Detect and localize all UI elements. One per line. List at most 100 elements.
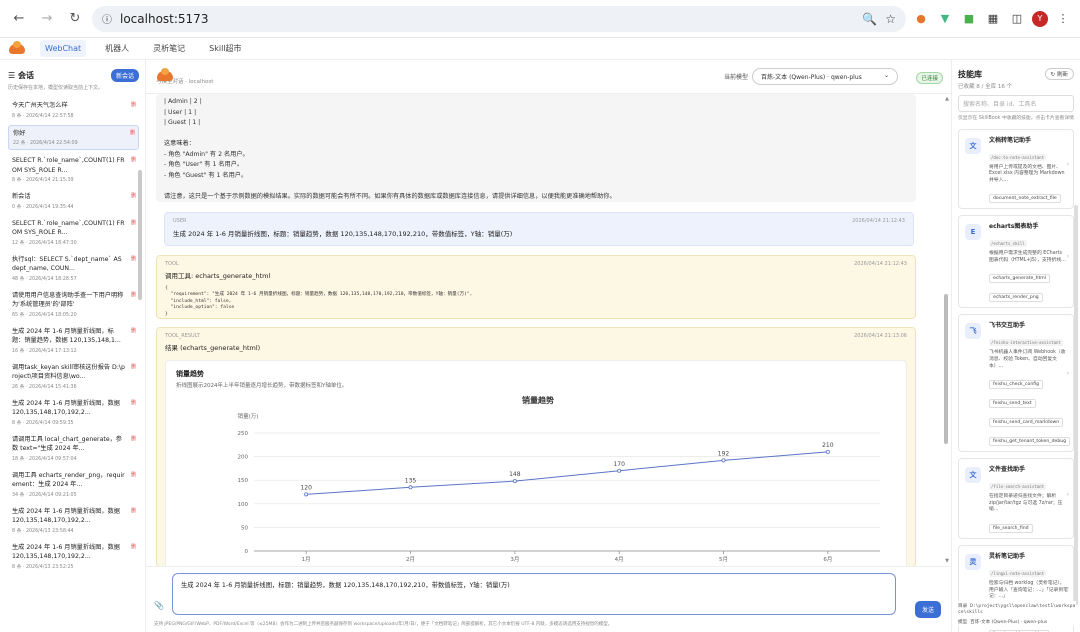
forward-icon[interactable]: → bbox=[36, 8, 58, 30]
skill-description: 飞书机器人事件订阅 Webhook（收消息、校验 Token、自动回复文本）..… bbox=[989, 350, 1066, 369]
delete-conversation-button[interactable]: 删 bbox=[131, 219, 136, 226]
back-icon[interactable]: ← bbox=[8, 8, 30, 30]
new-conversation-button[interactable]: 新会话 bbox=[110, 68, 139, 82]
skills-search-input[interactable]: 搜索名称、目录 id、工具名 bbox=[958, 95, 1074, 112]
assistant-line: - 角色 "User" 有 1 名用户。 bbox=[164, 161, 244, 168]
skill-id: /echarts_skill bbox=[989, 240, 1027, 248]
assistant-line bbox=[164, 181, 908, 192]
conversation-sidebar: ☰ 会话 新会话 历史保存在本地，模型仅读取当前上下文。 今天广州天气怎么样 8… bbox=[0, 60, 146, 632]
data-point bbox=[512, 479, 517, 484]
x-tick-label: 4月 bbox=[615, 556, 624, 563]
chevron-right-icon: › bbox=[1066, 252, 1069, 260]
chat-scrollbar[interactable] bbox=[944, 294, 948, 444]
delete-conversation-button[interactable]: 删 bbox=[131, 291, 136, 298]
tab-skill-market[interactable]: Skill超市 bbox=[204, 39, 246, 58]
extensions-puzzle-icon[interactable]: ▦ bbox=[984, 10, 1002, 28]
skill-icon: 灵 bbox=[965, 554, 981, 571]
conversation-title: 生成 2024 年 1-6 月销量折线图，数据 120,135,148,170,… bbox=[12, 399, 120, 417]
sidebar-title: ☰ 会话 bbox=[8, 70, 34, 80]
tool-result-timestamp: 2026/04/14 21:13:06 bbox=[854, 333, 907, 339]
delete-conversation-button[interactable]: 删 bbox=[131, 101, 136, 108]
address-bar[interactable]: ⓘ localhost:5173 🔍 ☆ bbox=[92, 5, 906, 32]
sidepanel-icon[interactable]: ◫ bbox=[1008, 10, 1026, 28]
site-info-icon[interactable]: ⓘ bbox=[102, 11, 112, 26]
bookmark-star-icon[interactable]: ☆ bbox=[885, 12, 896, 26]
delete-conversation-button[interactable]: 删 bbox=[131, 255, 136, 262]
send-button[interactable]: 发送 bbox=[914, 601, 941, 618]
assistant-line: - 角色 "Admin" 有 2 名用户。 bbox=[164, 150, 249, 158]
conversation-meta: 26 条 · 2026/4/14 15:41:36 bbox=[12, 384, 77, 390]
data-label: 135 bbox=[405, 477, 417, 484]
chevron-down-icon: ⌄ bbox=[883, 72, 890, 79]
conversation-item[interactable]: 生成 2024 年 1-6 月销量折线图，数据 120,135,148,170,… bbox=[8, 504, 139, 537]
skills-scrollbar[interactable] bbox=[1074, 205, 1078, 605]
conversation-meta: 8 条 · 2026/4/13 23:52:25 bbox=[12, 564, 74, 570]
conversation-item[interactable]: 执行sql：SELECT S.`dept_name` AS dept_name,… bbox=[8, 252, 139, 285]
y-axis-label: 销量(万) bbox=[238, 412, 259, 420]
conversation-item[interactable]: 新会话 0 条 · 2026/4/14 19:35:44 删 bbox=[8, 189, 139, 213]
scroll-up-icon[interactable]: ▲ bbox=[945, 96, 949, 102]
extension-green-icon[interactable]: ■ bbox=[960, 10, 978, 28]
skills-footer: 目录 D:\project\ygsl\openclaw\test1\worksp… bbox=[958, 600, 1076, 626]
zoom-icon[interactable]: 🔍 bbox=[862, 12, 877, 26]
attach-icon[interactable]: 📎 bbox=[154, 601, 164, 610]
y-tick-label: 100 bbox=[238, 502, 249, 508]
x-tick-label: 6月 bbox=[823, 556, 832, 563]
message-input[interactable]: 生成 2024 年 1-6 月销量折线图，标题：销量趋势，数据 120,135,… bbox=[172, 573, 896, 615]
conversation-item[interactable]: SELECT R.`role_name`,COUNT(1) FROM SYS_R… bbox=[8, 216, 139, 249]
delete-conversation-button[interactable]: 删 bbox=[131, 156, 136, 163]
skill-card[interactable]: E echarts图表助手 /echarts_skill 根据用户需求生成完整的… bbox=[958, 215, 1074, 309]
tab-webchat[interactable]: WebChat bbox=[40, 40, 87, 57]
refresh-button[interactable]: ↻ 刷新 bbox=[1044, 68, 1074, 80]
delete-conversation-button[interactable]: 删 bbox=[131, 471, 136, 478]
skill-tool-tag: feishu_check_config bbox=[989, 380, 1044, 390]
skill-card[interactable]: 文 文件查找助手 /file-search-assistant 在指定目录递归查… bbox=[958, 458, 1074, 540]
delete-conversation-button[interactable]: 删 bbox=[131, 327, 136, 334]
model-select[interactable]: 百炼-文本 (Qwen-Plus) · qwen-plus ⌄ bbox=[752, 68, 899, 85]
conversation-item[interactable]: 生成 2024 年 1-6 月销量折线图，标题：销量趋势，数据 120,135,… bbox=[8, 324, 139, 357]
chat-panel: 与模型对话 · localhost 当前模型 百炼-文本 (Qwen-Plus)… bbox=[146, 60, 952, 632]
conversation-item[interactable]: SELECT R.`role_name`,COUNT(1) FROM SYS_R… bbox=[8, 153, 139, 186]
y-tick-label: 0 bbox=[245, 549, 249, 555]
delete-conversation-button[interactable]: 删 bbox=[131, 435, 136, 442]
profile-avatar[interactable]: Y bbox=[1032, 10, 1048, 27]
delete-conversation-button[interactable]: 删 bbox=[131, 507, 136, 514]
user-message-text: 生成 2024 年 1-6 月销量折线图，标题：销量趋势，数据 120,135,… bbox=[173, 230, 513, 238]
conversation-item[interactable]: 请调用工具 local_chart_generate，参数 text="生成 2… bbox=[8, 432, 139, 465]
conversation-title: 请调用工具 local_chart_generate，参数 text="生成 2… bbox=[12, 435, 122, 453]
reload-icon[interactable]: ↻ bbox=[64, 8, 86, 30]
sidebar-scrollbar[interactable] bbox=[138, 170, 142, 300]
composer: 生成 2024 年 1-6 月销量折线图，标题：销量趋势，数据 120,135,… bbox=[146, 566, 951, 632]
conversation-meta: 8 条 · 2026/4/14 21:15:39 bbox=[12, 178, 74, 183]
model-label: 当前模型 bbox=[724, 74, 749, 81]
user-label: USER bbox=[173, 218, 187, 224]
skill-id: /feishu-interactive-assistant bbox=[989, 339, 1063, 347]
conversation-item[interactable]: 今天广州天气怎么样 8 条 · 2026/4/14 22:57:58 删 bbox=[8, 98, 139, 122]
conversation-item[interactable]: 请使用用户信息查询助手查一下用户明称为'系统管理员'的'部阵' 65 条 · 2… bbox=[8, 288, 139, 321]
conversation-item[interactable]: 生成 2024 年 1-6 月销量折线图，数据 120,135,148,170,… bbox=[8, 396, 139, 429]
conversation-meta: 8 条 · 2026/4/13 23:58:44 bbox=[12, 528, 74, 534]
conversation-item[interactable]: 调用工具 echarts_render_png，requirement：生成 2… bbox=[8, 468, 139, 501]
data-label: 210 bbox=[822, 442, 834, 449]
extension-orange-icon[interactable]: ● bbox=[912, 10, 930, 28]
data-point bbox=[617, 468, 622, 473]
tab-notes[interactable]: 灵析笔记 bbox=[148, 39, 190, 58]
scroll-down-icon[interactable]: ▼ bbox=[945, 558, 949, 564]
skill-name: 文件查找助手 bbox=[989, 466, 1026, 474]
tab-robot[interactable]: 机器人 bbox=[100, 39, 134, 58]
skill-tool-tag: feishu_send_text bbox=[989, 399, 1036, 409]
delete-conversation-button[interactable]: 删 bbox=[131, 363, 136, 370]
delete-conversation-button[interactable]: 删 bbox=[131, 543, 136, 550]
menu-kebab-icon[interactable]: ⋮ bbox=[1054, 10, 1072, 28]
delete-conversation-button[interactable]: 删 bbox=[131, 399, 136, 406]
delete-conversation-button[interactable]: 删 bbox=[131, 192, 136, 199]
conversation-item[interactable]: 生成 2024 年 1-6 月销量折线图，数据 120,135,148,170,… bbox=[8, 540, 139, 573]
conversation-item[interactable]: 你好 22 条 · 2026/4/14 22:54:09 删 bbox=[8, 124, 139, 150]
skill-card[interactable]: 文 文档转笔记助手 /doc-to-note-assistant 将用户上传或提… bbox=[958, 128, 1074, 210]
delete-conversation-button[interactable]: 删 bbox=[130, 129, 135, 136]
conversation-item[interactable]: 调用task_keyan skill审核这份报告 D:\project\项目资料… bbox=[8, 360, 139, 393]
conversation-title: 生成 2024 年 1-6 月销量折线图，数据 120,135,148,170,… bbox=[12, 543, 120, 561]
skills-panel: 技能库 ↻ 刷新 已收藏 8 / 全库 16 个 搜索名称、目录 id、工具名 … bbox=[952, 60, 1080, 632]
extension-vue-icon[interactable]: ▼ bbox=[936, 10, 954, 28]
skill-card[interactable]: 飞 飞书交互助手 /feishu-interactive-assistant 飞… bbox=[958, 314, 1074, 453]
